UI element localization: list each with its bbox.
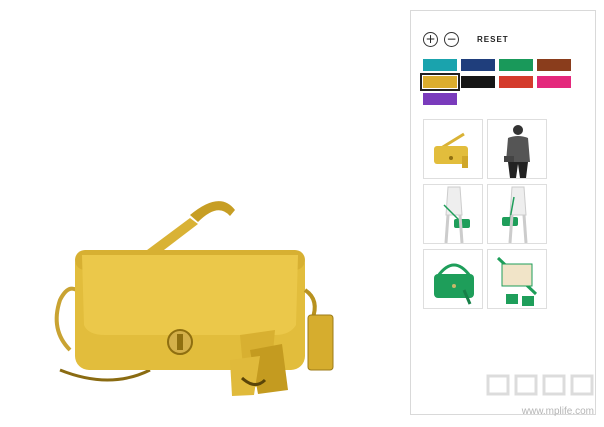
main-product-image — [20, 120, 380, 410]
product-viewer: + − RESET www.mplife.com — [0, 0, 604, 427]
swatch-brown[interactable] — [537, 59, 571, 71]
thumbnail-grid — [423, 119, 551, 309]
watermark-logo — [486, 373, 596, 397]
control-panel: + − RESET — [410, 10, 596, 415]
swatch-teal[interactable] — [423, 59, 457, 71]
swatch-pink[interactable] — [537, 76, 571, 88]
thumb-bag-green[interactable] — [423, 249, 483, 309]
swatch-red[interactable] — [499, 76, 533, 88]
thumb-bag-mustard[interactable] — [423, 119, 483, 179]
zoom-in-button[interactable]: + — [423, 31, 438, 47]
swatch-purple[interactable] — [423, 93, 457, 105]
swatch-navy[interactable] — [461, 59, 495, 71]
thumb-model-green-1[interactable] — [423, 184, 483, 244]
thumb-model[interactable] — [487, 119, 547, 179]
reset-button[interactable]: RESET — [477, 35, 509, 44]
swatch-mustard[interactable] — [420, 73, 460, 91]
swatch-green[interactable] — [499, 59, 533, 71]
swatch-black[interactable] — [461, 76, 495, 88]
watermark-url: www.mplife.com — [521, 406, 594, 417]
zoom-controls: + − RESET — [423, 31, 509, 47]
color-swatch-grid — [420, 59, 573, 105]
thumb-bag-green-detail[interactable] — [487, 249, 547, 309]
thumb-model-green-2[interactable] — [487, 184, 547, 244]
zoom-out-button[interactable]: − — [444, 31, 459, 47]
